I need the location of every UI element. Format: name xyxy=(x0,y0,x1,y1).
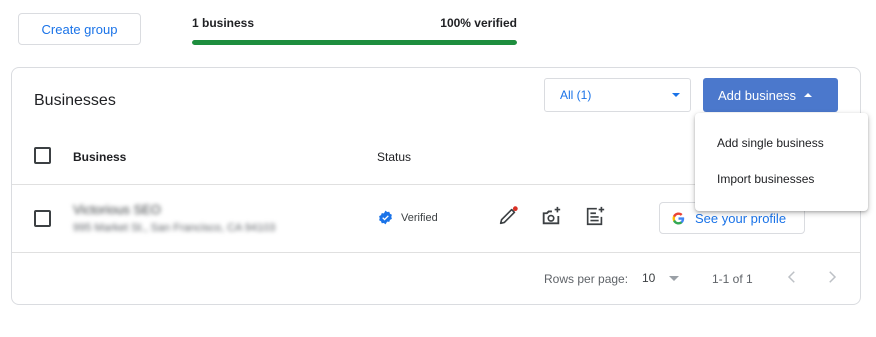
add-business-label: Add business xyxy=(718,87,797,103)
pagination: Rows per page: 10 1-1 of 1 xyxy=(12,254,860,304)
add-business-button[interactable]: Add business xyxy=(703,78,838,112)
menu-item-add-single-business[interactable]: Add single business xyxy=(695,125,868,161)
chevron-up-icon xyxy=(804,93,813,97)
business-name: Victorious SEO xyxy=(73,202,161,217)
page-range: 1-1 of 1 xyxy=(712,272,753,286)
verified-percent: 100% verified xyxy=(440,16,517,30)
column-header-status: Status xyxy=(377,150,412,164)
rows-per-page-value: 10 xyxy=(642,271,656,285)
business-address: 995 Market St., San Francisco, CA 94103 xyxy=(73,222,276,234)
status-text: Verified xyxy=(401,211,438,224)
edit-icon[interactable] xyxy=(497,205,519,227)
chevron-right-icon[interactable] xyxy=(823,268,841,286)
verified-icon xyxy=(379,210,392,225)
verified-progress-fill xyxy=(192,40,517,45)
business-count: 1 business xyxy=(192,16,255,30)
filter-dropdown[interactable]: All (1) xyxy=(544,78,691,112)
google-icon xyxy=(672,212,685,224)
chevron-down-icon xyxy=(669,275,680,281)
rows-per-page-label: Rows per page: xyxy=(544,272,629,286)
status-badge: Verified xyxy=(378,210,438,225)
add-photo-icon[interactable] xyxy=(540,205,562,227)
see-profile-label: See your profile xyxy=(695,210,787,226)
verified-progress-bar xyxy=(192,40,517,45)
page-title: Businesses xyxy=(34,92,116,109)
select-all-checkbox[interactable] xyxy=(34,147,51,164)
menu-item-import-businesses[interactable]: Import businesses xyxy=(695,161,868,197)
chevron-down-icon xyxy=(672,93,680,97)
create-group-button[interactable]: Create group xyxy=(18,13,141,45)
row-checkbox[interactable] xyxy=(34,210,51,227)
rows-per-page-dropdown[interactable]: 10 xyxy=(642,271,680,285)
verification-summary: 1 business 100% verified xyxy=(192,16,517,45)
chevron-left-icon[interactable] xyxy=(783,268,801,286)
add-post-icon[interactable] xyxy=(584,205,606,227)
column-header-business: Business xyxy=(73,150,127,164)
add-business-menu: Add single business Import businesses xyxy=(695,113,868,211)
filter-label: All (1) xyxy=(560,88,592,102)
